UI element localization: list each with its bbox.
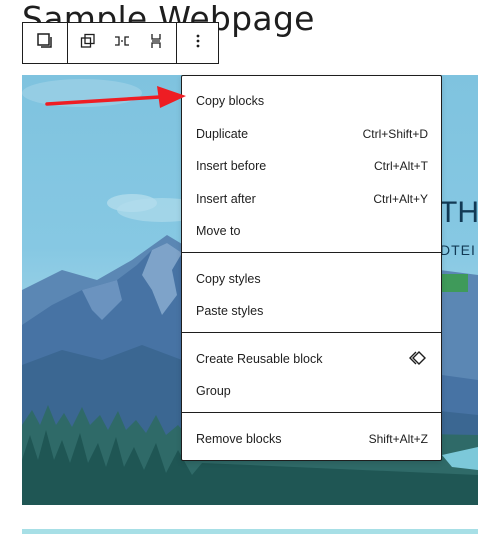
menu-item-group[interactable]: Group bbox=[182, 376, 441, 406]
more-options-icon bbox=[195, 33, 201, 54]
more-options-button[interactable] bbox=[195, 23, 201, 63]
height-button[interactable] bbox=[144, 23, 168, 63]
menu-item-copy-blocks[interactable]: Copy blocks bbox=[182, 86, 441, 116]
menu-item-insert-after[interactable]: Insert after Ctrl+Alt+Y bbox=[182, 184, 441, 214]
reusable-block-icon bbox=[408, 350, 428, 369]
menu-item-move-to[interactable]: Move to bbox=[182, 216, 441, 246]
menu-item-label: Group bbox=[196, 384, 231, 398]
menu-item-label: Insert after bbox=[196, 192, 256, 206]
menu-item-shortcut: Shift+Alt+Z bbox=[368, 432, 428, 446]
hero-subheading-fragment: DTEI bbox=[440, 242, 476, 258]
block-type-button[interactable] bbox=[36, 23, 54, 63]
block-type-group bbox=[23, 23, 68, 63]
menu-item-shortcut: Ctrl+Alt+Y bbox=[373, 192, 428, 206]
group-button[interactable] bbox=[76, 23, 100, 63]
menu-item-paste-styles[interactable]: Paste styles bbox=[182, 296, 441, 326]
block-options-menu: Copy blocks Duplicate Ctrl+Shift+D Inser… bbox=[181, 75, 442, 461]
menu-item-remove-blocks[interactable]: Remove blocks Shift+Alt+Z bbox=[182, 424, 441, 454]
next-block-edge bbox=[22, 529, 478, 534]
menu-item-label: Duplicate bbox=[196, 127, 249, 141]
menu-item-label: Insert before bbox=[196, 159, 267, 173]
menu-item-duplicate[interactable]: Duplicate Ctrl+Shift+D bbox=[182, 119, 441, 149]
menu-item-label: Paste styles bbox=[196, 304, 264, 318]
menu-item-label: Move to bbox=[196, 224, 241, 238]
block-tools-group bbox=[68, 23, 177, 63]
menu-item-insert-before[interactable]: Insert before Ctrl+Alt+T bbox=[182, 151, 441, 181]
menu-item-label: Remove blocks bbox=[196, 432, 282, 446]
menu-separator bbox=[182, 252, 441, 253]
options-group bbox=[177, 23, 218, 63]
menu-item-shortcut: Ctrl+Shift+D bbox=[362, 127, 428, 141]
menu-item-label: Copy blocks bbox=[196, 94, 265, 108]
height-icon bbox=[148, 33, 164, 54]
columns-button[interactable] bbox=[110, 23, 134, 63]
menu-item-label: Create Reusable block bbox=[196, 352, 323, 366]
menu-separator bbox=[182, 332, 441, 333]
menu-item-shortcut: Ctrl+Alt+T bbox=[373, 159, 428, 173]
block-toolbar bbox=[22, 22, 219, 64]
hero-cta-button[interactable] bbox=[442, 274, 468, 292]
group-icon bbox=[80, 33, 96, 54]
menu-item-label: Copy styles bbox=[196, 272, 261, 286]
block-icon bbox=[36, 32, 54, 55]
hero-heading-fragment: TH bbox=[439, 196, 478, 229]
menu-separator bbox=[182, 412, 441, 413]
menu-item-copy-styles[interactable]: Copy styles bbox=[182, 264, 441, 294]
columns-icon bbox=[114, 33, 130, 54]
menu-item-create-reusable-block[interactable]: Create Reusable block bbox=[182, 344, 441, 374]
